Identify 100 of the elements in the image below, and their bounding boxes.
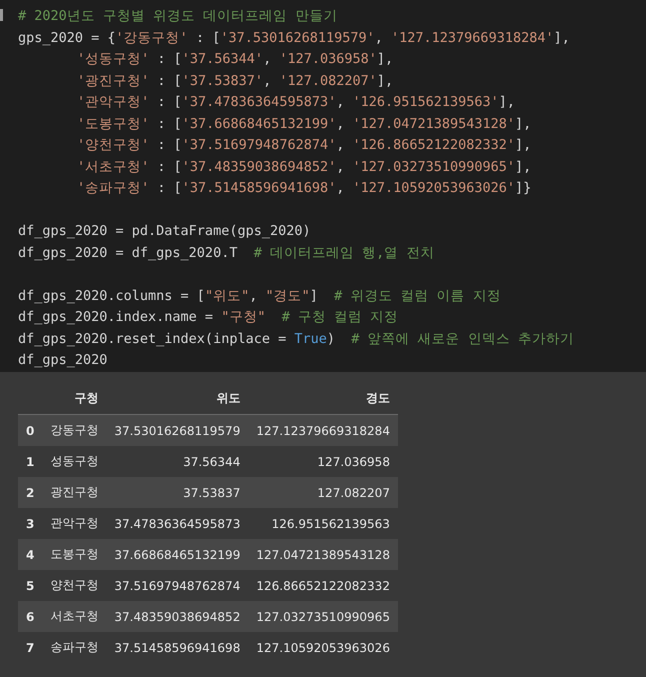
string-literal: '126.951562139563' [352, 93, 499, 112]
row-index: 2 [18, 477, 42, 508]
code-text: , [336, 136, 346, 155]
code-text: df_gps_2020.columns = [ [18, 286, 205, 306]
code-text: , [336, 158, 346, 176]
code-text: , [336, 114, 346, 134]
string-literal: '37.66868465132199' [182, 114, 336, 134]
code-comment: # 데이터프레임 행,열 전치 [254, 244, 434, 262]
string-literal: '37.48359038694852' [182, 158, 336, 176]
code-text: : [ [156, 72, 182, 90]
code-text: df_gps_2020 [18, 351, 108, 370]
code-text: ] [310, 286, 318, 306]
string-literal: '37.56344' [182, 50, 264, 69]
string-literal: "경도" [265, 286, 310, 306]
code-text: ], [498, 93, 516, 112]
table-cell: 127.082207 [248, 477, 398, 508]
string-literal: '37.53016268119579' [220, 28, 375, 48]
string-literal: '126.86652122082332' [352, 136, 516, 155]
string-literal: '37.53837' [182, 72, 264, 90]
table-cell: 37.51458596941698 [106, 632, 248, 663]
code-text: ], [515, 158, 532, 176]
code-text: : [ [156, 179, 182, 198]
table-cell: 37.51697948762874 [106, 570, 248, 601]
string-literal: "위도" [204, 286, 250, 306]
string-literal: '성동구청' [77, 50, 150, 69]
string-literal: '127.036958' [279, 50, 377, 69]
code-text: : [ [156, 93, 182, 112]
code-text: , [249, 286, 258, 306]
string-literal: '37.47836364595873' [182, 93, 336, 112]
string-literal: '광진구청' [77, 72, 150, 90]
table-cell: 126.951562139563 [248, 508, 398, 539]
string-literal: '서초구청' [77, 158, 150, 176]
code-text: ], [515, 136, 532, 155]
string-literal: '도봉구청' [77, 114, 150, 134]
table-cell: 127.04721389543128 [248, 539, 398, 570]
string-literal: "구청" [221, 308, 266, 327]
string-literal: '127.04721389543128' [352, 114, 516, 134]
code-text: : [ [156, 136, 182, 155]
code-text: df_gps_2020.index.name = [18, 308, 214, 327]
code-text: : [ [194, 28, 220, 48]
string-literal: '관악구청' [77, 93, 150, 112]
code-text: , [336, 179, 346, 198]
string-literal: '127.03273510990965' [352, 158, 516, 176]
table-cell: 127.12379669318284 [248, 414, 398, 446]
string-literal: '강동구청' [116, 28, 188, 48]
row-index: 7 [18, 632, 42, 663]
table-cell: 37.53837 [106, 477, 248, 508]
table-cell: 37.53016268119579 [106, 414, 248, 446]
cell-marker [0, 9, 3, 21]
string-literal: '37.51458596941698' [182, 179, 336, 198]
code-keyword: True [294, 330, 327, 348]
code-text: : [ [156, 158, 182, 176]
table-cell: 양천구청 [42, 570, 106, 601]
string-literal: '37.51697948762874' [182, 136, 336, 155]
code-text: ], [376, 50, 394, 69]
table-cell: 성동구청 [42, 446, 106, 477]
table-cell: 37.47836364595873 [106, 508, 248, 539]
code-text: , [336, 93, 346, 112]
table-cell: 강동구청 [42, 414, 106, 446]
string-literal: '127.10592053963026' [352, 179, 516, 198]
table-cell: 127.03273510990965 [248, 601, 398, 632]
table-cell: 127.10592053963026 [248, 632, 398, 663]
row-index: 3 [18, 508, 42, 539]
code-text: , [263, 50, 272, 69]
code-text: df_gps_2020 = df_gps_2020.T [18, 244, 238, 262]
code-comment: # 앞쪽에 새로운 인덱스 추가하기 [351, 330, 574, 348]
code-comment: # 2020년도 구청별 위경도 데이터프레임 만들기 [18, 7, 338, 26]
code-text: , [263, 72, 272, 90]
code-text: df_gps_2020.reset_index(inplace = [18, 330, 288, 348]
code-comment: # 위경도 컬럼 이름 지정 [334, 286, 501, 306]
row-index: 5 [18, 570, 42, 601]
table-cell: 서초구청 [42, 601, 106, 632]
code-text: ]} [515, 179, 532, 198]
table-cell: 127.036958 [248, 446, 398, 477]
code-text: : [ [156, 50, 182, 69]
code-text: ], [515, 114, 532, 134]
code-text: , [374, 28, 384, 48]
row-index: 1 [18, 446, 42, 477]
code-text: gps_2020 = { [18, 28, 116, 48]
table-cell: 도봉구청 [42, 539, 106, 570]
table-cell: 광진구청 [42, 477, 106, 508]
code-text: ], [376, 72, 394, 90]
row-index: 4 [18, 539, 42, 570]
row-index: 0 [18, 414, 42, 446]
string-literal: '양천구청' [77, 136, 150, 155]
table-cell: 송파구청 [42, 632, 106, 663]
table-cell: 37.66868465132199 [106, 539, 248, 570]
code-comment: # 구청 컬럼 지정 [282, 308, 398, 327]
table-cell: 37.48359038694852 [106, 601, 248, 632]
table-cell: 37.56344 [106, 446, 248, 477]
code-text: df_gps_2020 = pd.DataFrame(gps_2020) [18, 222, 311, 241]
row-index: 6 [18, 601, 42, 632]
code-text: ], [554, 28, 570, 48]
table-cell: 관악구청 [42, 508, 106, 539]
table-cell: 126.86652122082332 [248, 570, 398, 601]
string-literal: '송파구청' [77, 179, 150, 198]
string-literal: '127.082207' [279, 72, 377, 90]
code-text: ) [326, 330, 335, 348]
string-literal: '127.12379669318284' [391, 28, 554, 48]
code-text: : [ [156, 114, 182, 134]
